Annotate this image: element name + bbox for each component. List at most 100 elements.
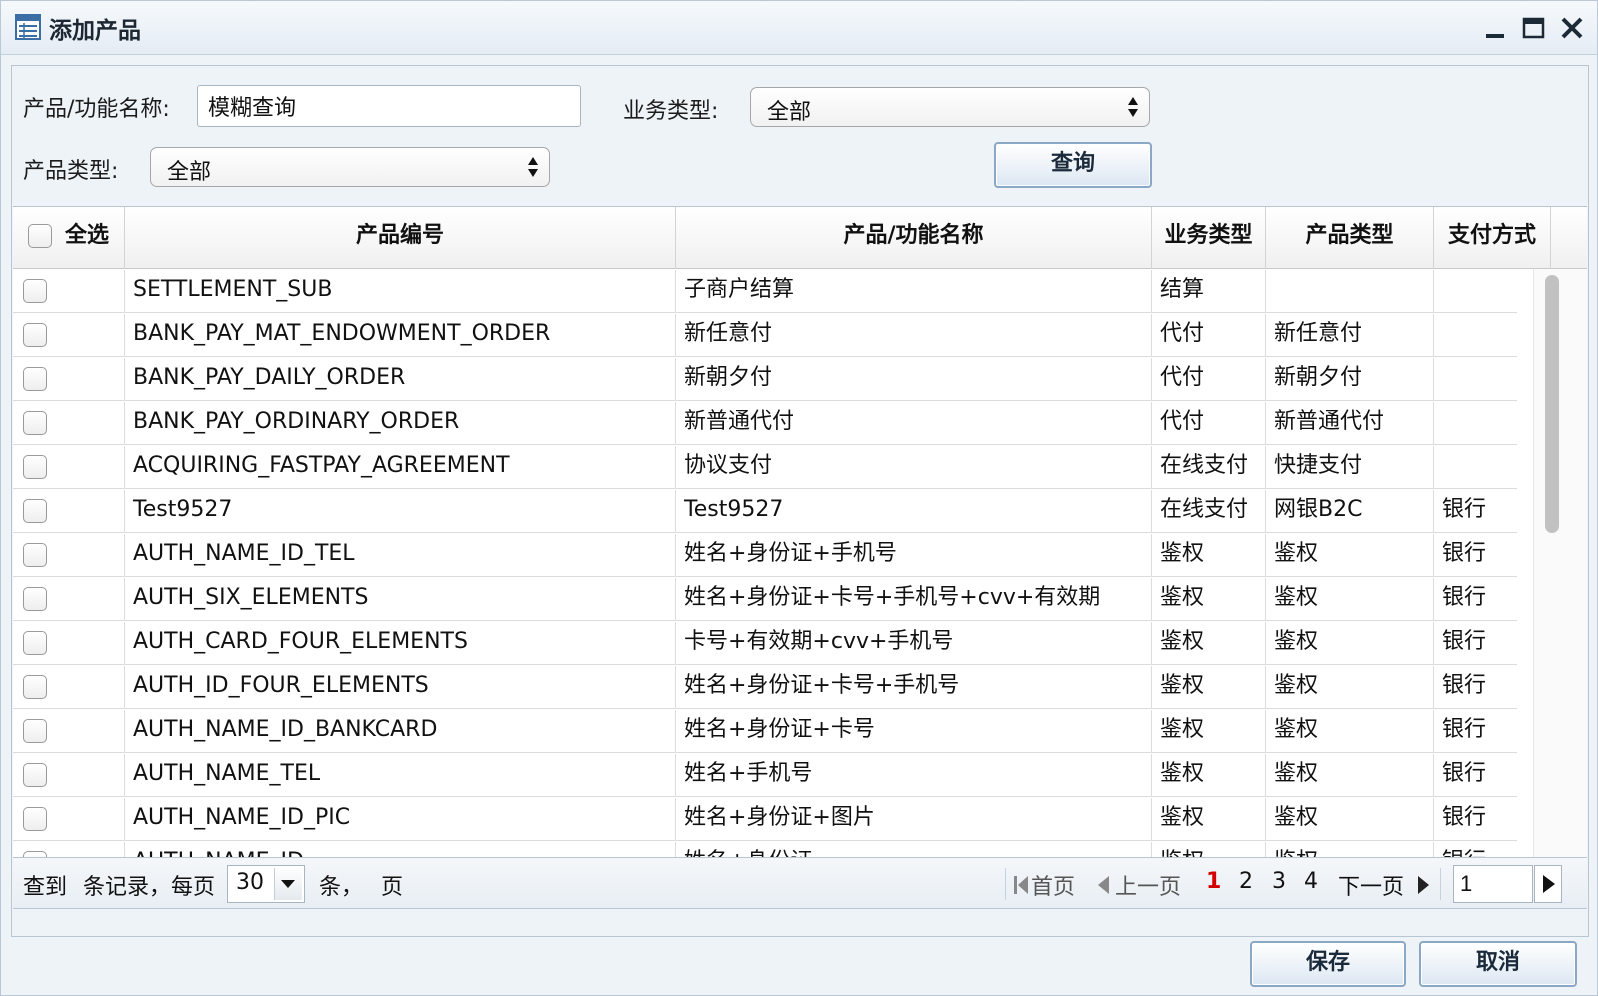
next-page-link[interactable]: 下一页 [1338,869,1404,901]
product-type-cell: 新普通代付 [1266,402,1434,445]
page-number[interactable]: 3 [1272,869,1286,894]
product-name-label: 产品/功能名称: [23,97,170,122]
product-type-value: 全部 [167,160,212,185]
product-name-cell: 姓名+身份证+图片 [676,798,1152,841]
row-checkbox[interactable] [23,367,47,391]
prev-page-icon[interactable] [1096,874,1110,896]
table-row[interactable]: AUTH_NAME_ID_BANKCARD 姓名+身份证+卡号 鉴权 鉴权 银行 [13,710,1551,753]
product-type-cell: 鉴权 [1266,798,1434,841]
vertical-scrollbar[interactable] [1533,269,1587,876]
row-select-cell [13,666,125,709]
select-arrows-icon [1128,97,1138,117]
table-row[interactable]: AUTH_ID_FOUR_ELEMENTS 姓名+身份证+卡号+手机号 鉴权 鉴… [13,666,1551,709]
table-row[interactable]: AUTH_SIX_ELEMENTS 姓名+身份证+卡号+手机号+cvv+有效期 … [13,578,1551,621]
product-name-input[interactable] [197,85,581,127]
go-arrow-icon[interactable] [1534,865,1562,903]
select-all-checkbox[interactable] [28,224,52,248]
row-checkbox[interactable] [23,323,47,347]
page-number[interactable]: 4 [1304,869,1318,894]
product-type-cell: 鉴权 [1266,578,1434,621]
select-all-label: 全选 [65,223,110,248]
row-checkbox[interactable] [23,675,47,699]
row-checkbox[interactable] [23,631,47,655]
row-checkbox[interactable] [23,719,47,743]
row-checkbox[interactable] [23,587,47,611]
column-header-pay-method[interactable]: 支付方式 [1434,207,1551,269]
product-code-cell: AUTH_CARD_FOUR_ELEMENTS [125,622,676,665]
row-checkbox[interactable] [23,543,47,567]
product-code-cell: Test9527 [125,490,676,533]
product-name-cell: 协议支付 [676,446,1152,489]
table-row[interactable]: ACQUIRING_FASTPAY_AGREEMENT 协议支付 在线支付 快捷… [13,446,1551,489]
product-name-cell: 姓名+手机号 [676,754,1152,797]
table-row[interactable]: BANK_PAY_DAILY_ORDER 新朝夕付 代付 新朝夕付 [13,358,1551,401]
table-row[interactable]: BANK_PAY_MAT_ENDOWMENT_ORDER 新任意付 代付 新任意… [13,314,1551,357]
pagination-bar: 查到 条记录，每页 30 条， 页 首页 上一页 1 2 3 4 下一页 [13,857,1587,909]
first-page-icon[interactable] [1013,874,1029,896]
biz-type-cell: 鉴权 [1152,666,1266,709]
prev-page-link[interactable]: 上一页 [1115,869,1181,901]
product-name-cell: 姓名+身份证+卡号+手机号+cvv+有效期 [676,578,1152,621]
pages-suffix-label: 页 [381,875,404,900]
row-select-cell [13,490,125,533]
row-select-cell [13,710,125,753]
add-product-dialog: 添加产品 产品/功能名称: 业务类型: 全部 产品类型: 全部 查询 [0,0,1598,996]
biz-type-cell: 鉴权 [1152,622,1266,665]
row-checkbox[interactable] [23,499,47,523]
table-row[interactable]: BANK_PAY_ORDINARY_ORDER 新普通代付 代付 新普通代付 [13,402,1551,445]
scrollbar-thumb[interactable] [1545,275,1559,533]
biz-type-select[interactable]: 全部 [750,87,1150,127]
product-type-cell: 鉴权 [1266,622,1434,665]
next-page-icon[interactable] [1417,874,1431,896]
page-number[interactable]: 1 [1206,869,1221,894]
table-row[interactable]: AUTH_CARD_FOUR_ELEMENTS 卡号+有效期+cvv+手机号 鉴… [13,622,1551,665]
row-select-cell [13,622,125,665]
table-row[interactable]: AUTH_NAME_ID_TEL 姓名+身份证+手机号 鉴权 鉴权 银行 [13,534,1551,577]
goto-page-input[interactable] [1453,865,1533,903]
found-label: 查到 [23,875,68,900]
product-code-cell: AUTH_NAME_ID_BANKCARD [125,710,676,753]
column-header-name[interactable]: 产品/功能名称 [676,207,1152,269]
product-code-cell: BANK_PAY_MAT_ENDOWMENT_ORDER [125,314,676,357]
product-type-cell: 新任意付 [1266,314,1434,357]
row-checkbox[interactable] [23,807,47,831]
biz-type-cell: 鉴权 [1152,710,1266,753]
column-header-code[interactable]: 产品编号 [125,207,676,269]
query-button[interactable]: 查询 [994,142,1152,188]
select-arrows-icon [528,157,538,177]
table-row[interactable]: SETTLEMENT_SUB 子商户结算 结算 [13,270,1551,313]
row-checkbox[interactable] [23,279,47,303]
biz-type-cell: 鉴权 [1152,754,1266,797]
save-button[interactable]: 保存 [1250,941,1406,987]
table-row[interactable]: AUTH_NAME_TEL 姓名+手机号 鉴权 鉴权 银行 [13,754,1551,797]
product-code-cell: AUTH_SIX_ELEMENTS [125,578,676,621]
chevron-down-icon [274,868,302,900]
items-suffix-label: 条， [319,875,364,900]
row-select-cell [13,534,125,577]
row-select-cell [13,578,125,621]
product-code-cell: ACQUIRING_FASTPAY_AGREEMENT [125,446,676,489]
row-select-cell [13,446,125,489]
product-name-cell: 新任意付 [676,314,1152,357]
product-code-cell: BANK_PAY_DAILY_ORDER [125,358,676,401]
row-checkbox[interactable] [23,411,47,435]
select-all-header: 全选 [13,207,125,269]
biz-type-cell: 在线支付 [1152,490,1266,533]
page-size-select[interactable]: 30 [227,865,305,903]
cancel-button[interactable]: 取消 [1419,941,1577,987]
first-page-link[interactable]: 首页 [1031,869,1075,901]
table-row[interactable]: AUTH_NAME_ID_PIC 姓名+身份证+图片 鉴权 鉴权 银行 [13,798,1551,841]
column-header-product-type[interactable]: 产品类型 [1266,207,1434,269]
close-icon[interactable] [1557,13,1587,43]
maximize-icon[interactable] [1519,13,1549,43]
product-type-cell: 鉴权 [1266,710,1434,753]
table-row[interactable]: Test9527 Test9527 在线支付 网银B2C 银行 [13,490,1551,533]
column-header-biz-type[interactable]: 业务类型 [1152,207,1266,269]
row-checkbox[interactable] [23,455,47,479]
product-type-select[interactable]: 全部 [150,147,550,187]
minimize-icon[interactable] [1481,13,1511,43]
biz-type-value: 全部 [767,100,812,125]
page-number[interactable]: 2 [1239,869,1253,894]
biz-type-cell: 在线支付 [1152,446,1266,489]
row-checkbox[interactable] [23,763,47,787]
